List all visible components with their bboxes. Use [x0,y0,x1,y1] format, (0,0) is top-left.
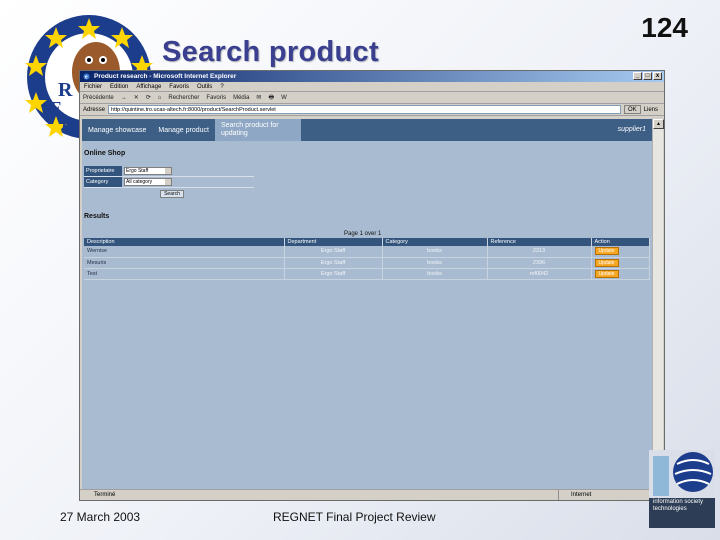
slide-number: 124 [641,12,688,43]
nav-manage-showcase[interactable]: Manage showcase [82,119,152,141]
shop-title: Online Shop [84,150,126,157]
nav-search-product[interactable]: Search product for updating [214,119,301,141]
cell-reference: ref0042 [487,268,592,280]
ie-icon: e [83,73,90,80]
svg-text:G: G [62,119,75,136]
col-reference: Reference [487,238,592,246]
owner-label: Proprietaire [84,166,122,176]
table-row: Mesuris Ergo Staff books 2396 Update [84,257,650,269]
menu-help[interactable]: ? [220,82,223,91]
footer-date: 27 March 2003 [60,510,141,524]
security-zone: Internet [558,490,591,500]
update-button[interactable]: Update [594,269,619,278]
menu-file[interactable]: Fichier [84,82,102,91]
app-nav: Manage showcase Manage product Search pr… [82,119,652,141]
menu-edit[interactable]: Edition [110,82,128,91]
page-info: Page 1 over 1 [344,231,382,237]
mail-icon[interactable]: ✉ [256,92,261,103]
window-title: Product research - Microsoft Internet Ex… [94,73,237,80]
update-button[interactable]: Update [594,258,619,267]
vertical-scrollbar[interactable]: ▲ [652,119,664,489]
owner-select[interactable]: Ergo Staff [124,167,172,175]
form-row-owner: Proprietaire Ergo Staff [84,166,254,177]
status-text: Terminé [94,492,116,498]
forward-icon[interactable]: → [121,92,127,103]
links-label[interactable]: Liens [644,107,664,113]
maximize-button[interactable]: □ [643,72,652,80]
cell-category: books [382,268,488,280]
address-input[interactable]: http://quintine.tro.ucas-altech.fr:8000/… [108,105,621,114]
footer-title: REGNET Final Project Review [273,510,436,524]
results-table: Description Department Category Referenc… [84,238,650,280]
close-button[interactable]: x [653,72,662,80]
results-title: Results [84,213,110,220]
cell-reference: 2396 [487,257,592,269]
word-icon[interactable]: W [281,92,287,103]
home-icon[interactable]: ⌂ [158,92,162,103]
user-label: supplier1 [617,126,646,133]
col-description: Description [84,238,285,246]
address-bar: Adresse http://quintine.tro.ucas-altech.… [80,104,664,116]
address-label: Adresse [83,106,106,113]
search-button[interactable]: Rechercher [168,92,199,103]
menu-favorites[interactable]: Favoris [169,82,189,91]
cell-reference: 2313 [487,246,592,258]
slide-title: Search product [162,36,379,68]
status-bar: Terminé Internet [80,489,664,500]
go-button[interactable]: OK [623,105,641,114]
scroll-up-icon[interactable]: ▲ [653,119,664,129]
cell-department: Ergo Staff [284,257,383,269]
ist-logo [649,450,715,528]
back-button[interactable]: Précédente [83,92,114,103]
browser-window: e Product research - Microsoft Internet … [79,70,665,501]
col-department: Department [284,238,383,246]
table-row: Wernise Ergo Staff books 2313 Update [84,246,650,258]
col-category: Category [382,238,488,246]
menu-bar: Fichier Edition Affichage Favoris Outils… [80,82,664,92]
cell-description: Test [84,268,285,280]
refresh-icon[interactable]: ⟳ [146,92,151,103]
menu-view[interactable]: Affichage [136,82,161,91]
cell-department: Ergo Staff [284,246,383,258]
category-label: Category [84,177,122,187]
cell-action: Update [591,268,650,280]
favorites-button[interactable]: Favoris [206,92,226,103]
menu-tools[interactable]: Outils [197,82,212,91]
browser-toolbar: Précédente → ✕ ⟳ ⌂ Rechercher Favoris Mé… [80,92,664,104]
cell-description: Wernise [84,246,285,258]
nav-manage-product[interactable]: Manage product [152,119,215,141]
print-icon[interactable]: 🖶 [268,92,274,103]
stop-icon[interactable]: ✕ [134,92,139,103]
cell-category: books [382,257,488,269]
category-select[interactable]: All category [124,178,172,186]
page-content: Manage showcase Manage product Search pr… [82,119,652,489]
svg-text:e: e [85,75,88,80]
col-action: Action [591,238,650,246]
cell-action: Update [591,257,650,269]
cell-department: Ergo Staff [284,268,383,280]
search-form: Proprietaire Ergo Staff Category All cat… [84,166,254,198]
cell-description: Mesuris [84,257,285,269]
update-button[interactable]: Update [594,247,619,256]
svg-text:E: E [50,98,62,118]
cell-action: Update [591,246,650,258]
table-row: Test Ergo Staff books ref0042 Update [84,268,650,280]
minimize-button[interactable]: _ [633,72,642,80]
search-submit-button[interactable]: Search [160,190,184,198]
form-row-category: Category All category [84,177,254,188]
table-header-row: Description Department Category Referenc… [84,238,650,246]
cell-category: books [382,246,488,258]
browser-titlebar: e Product research - Microsoft Internet … [80,71,664,82]
ist-logo-text: information society technologies [651,498,713,514]
media-button[interactable]: Média [233,92,249,103]
